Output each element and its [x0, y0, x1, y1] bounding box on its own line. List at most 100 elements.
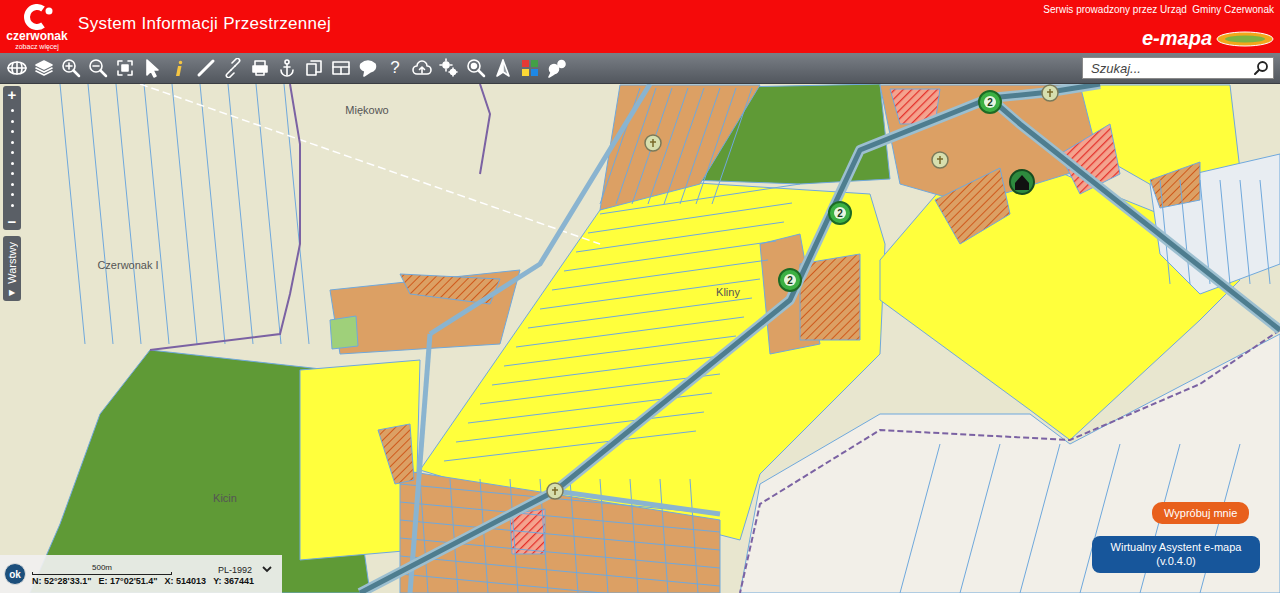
power-line	[140, 84, 600, 244]
place-label: Miękowo	[345, 104, 388, 116]
building-marker[interactable]	[1010, 170, 1034, 194]
zoom-level-dot[interactable]	[11, 151, 14, 154]
map-canvas[interactable]: MiękowoCzerwonak IKlinyKicin222	[0, 84, 1280, 593]
sign-icon	[1047, 89, 1053, 97]
czerwonak-logo-icon	[17, 4, 57, 30]
speech-bubble-button[interactable]	[357, 57, 379, 79]
meadow-area[interactable]	[330, 316, 358, 349]
ok-button[interactable]: ok	[4, 563, 26, 585]
parcel-line	[516, 317, 744, 347]
operator-text: Serwis prowadzony przez Urząd Gminy Czer…	[1043, 4, 1274, 15]
parcel-line	[450, 479, 458, 593]
zoom-level-dot[interactable]	[11, 193, 14, 196]
road-sign-marker[interactable]	[547, 483, 563, 499]
map[interactable]: MiękowoCzerwonak IKlinyKicin222+−Warstwy…	[0, 84, 1280, 593]
measure-icon	[196, 58, 216, 78]
road-sign-marker[interactable]	[645, 135, 661, 151]
zoom-out-button[interactable]	[87, 57, 109, 79]
search-map-button[interactable]	[465, 57, 487, 79]
layout-button[interactable]	[330, 57, 352, 79]
projection-value: PL-1992	[218, 565, 252, 575]
zoom-level-dot[interactable]	[11, 120, 14, 123]
assistant-version: (v.0.4.0)	[1156, 554, 1196, 568]
e-mapa-badge-icon	[1216, 31, 1274, 47]
info-button[interactable]	[168, 57, 190, 79]
parcel-line	[480, 479, 488, 593]
logo[interactable]: czerwonakzobacz więcej	[2, 4, 72, 50]
layers-button[interactable]	[33, 57, 55, 79]
cloud-upload-button[interactable]	[411, 57, 433, 79]
info-icon	[169, 58, 189, 78]
zoom-bar: +−	[3, 86, 21, 230]
copy-button[interactable]	[303, 57, 325, 79]
parcel-line	[256, 84, 281, 344]
zone-marker[interactable]: 2	[829, 202, 851, 224]
parcel-line	[1020, 444, 1060, 593]
minor-road	[430, 84, 650, 334]
residential-area[interactable]	[330, 270, 520, 354]
zoom-level-dot[interactable]	[11, 204, 14, 207]
help-button[interactable]: ?	[384, 57, 406, 79]
sign-icon	[937, 156, 943, 164]
zoom-in-icon	[61, 58, 81, 78]
road-sign-marker[interactable]	[932, 152, 948, 168]
parcel-line	[900, 444, 940, 593]
link-icon	[223, 58, 243, 78]
parcel-line	[696, 88, 736, 204]
logo-tagline: zobacz więcej	[15, 43, 59, 50]
parcel-line	[228, 84, 253, 344]
parcel-line	[664, 88, 704, 204]
parcel-line	[680, 88, 720, 204]
parcel-line	[60, 84, 85, 344]
zoom-level-dot[interactable]	[11, 141, 14, 144]
planned-zone-area[interactable]	[378, 424, 414, 484]
print-button[interactable]	[249, 57, 271, 79]
zoom-out-button[interactable]: −	[8, 214, 17, 229]
pointer-button[interactable]	[141, 57, 163, 79]
brand-text: e-mapa	[1142, 27, 1212, 50]
globe-button[interactable]	[6, 57, 28, 79]
anchor-button[interactable]	[276, 57, 298, 79]
layers-tab[interactable]: Warstwy▶	[3, 236, 21, 301]
planned-zone-area[interactable]	[935, 168, 1010, 244]
zoom-in-button[interactable]	[60, 57, 82, 79]
search-icon[interactable]	[1253, 60, 1269, 76]
zone-marker[interactable]: 2	[779, 269, 801, 291]
link-button[interactable]	[222, 57, 244, 79]
zoom-in-button[interactable]: +	[8, 87, 17, 102]
zone-marker[interactable]: 2	[979, 91, 1001, 113]
toolbar: ?	[0, 53, 1280, 84]
zoom-level-dot[interactable]	[11, 183, 14, 186]
assistant-title: Wirtualny Asystent e-mapa	[1111, 540, 1242, 554]
place-label: Kliny	[716, 286, 740, 298]
print-icon	[250, 58, 270, 78]
zoom-level-dot[interactable]	[11, 172, 14, 175]
projection-select[interactable]: PL-1992	[218, 565, 272, 575]
chevron-down-icon	[262, 566, 272, 573]
settings-button[interactable]	[438, 57, 460, 79]
header-right: Serwis prowadzony przez Urząd Gminy Czer…	[1043, 0, 1274, 53]
coordinate-value: N: 52°28'33.1"	[32, 576, 92, 586]
coordinate-value: E: 17°02'51.4"	[99, 576, 158, 586]
coordinate-value: Y: 367441	[213, 576, 254, 586]
assistant-button[interactable]: Wirtualny Asystent e-mapa(v.0.4.0)	[1092, 536, 1260, 573]
coordinate-value: X: 514013	[165, 576, 207, 586]
brand[interactable]: e-mapa	[1142, 27, 1274, 50]
measure-button[interactable]	[195, 57, 217, 79]
parcel-line	[1180, 180, 1190, 284]
residential-area[interactable]	[400, 470, 720, 593]
zoom-level-dot[interactable]	[11, 109, 14, 112]
full-extent-button[interactable]	[114, 57, 136, 79]
assistant-try-button[interactable]: Wypróbuj mnie	[1152, 502, 1249, 524]
chat-button[interactable]	[546, 57, 568, 79]
zoom-level-dot[interactable]	[11, 130, 14, 133]
planned-zone-area[interactable]	[1150, 162, 1200, 208]
parcel-line	[400, 556, 720, 586]
road-sign-marker[interactable]	[1042, 85, 1058, 101]
color-palette-button[interactable]	[519, 57, 541, 79]
zoom-level-dot[interactable]	[11, 162, 14, 165]
residential-area[interactable]	[600, 85, 760, 210]
search-input[interactable]	[1089, 60, 1253, 77]
zoom-out-icon	[88, 58, 108, 78]
north-arrow-button[interactable]	[492, 57, 514, 79]
